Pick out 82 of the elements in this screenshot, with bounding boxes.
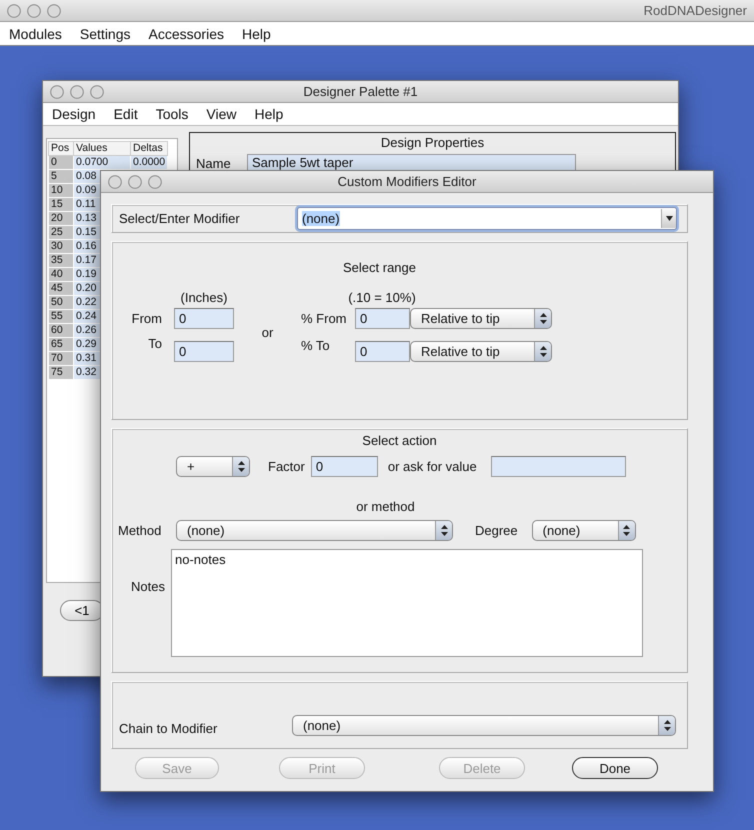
ask-value-field[interactable] [490, 456, 626, 477]
field-label: % From [301, 311, 348, 326]
window-button-icon[interactable] [50, 84, 64, 98]
table-cell: 50 [48, 296, 74, 310]
window-button-icon[interactable] [128, 174, 142, 188]
degree-dropdown[interactable]: (none) [532, 520, 636, 541]
stepper-arrows-icon [540, 346, 546, 357]
menu-item[interactable]: View [206, 106, 236, 122]
field-label: % To [301, 338, 331, 353]
menu-item[interactable]: Design [52, 106, 96, 122]
stepper-arrows-icon [540, 313, 546, 324]
from-field[interactable]: 0 [174, 308, 234, 329]
menu-item[interactable]: Accessories [148, 26, 224, 42]
window-button-icon[interactable] [90, 84, 104, 98]
table-cell: 0 [48, 156, 74, 170]
relative-dropdown[interactable]: Relative to tip [410, 308, 552, 329]
field-label: To [147, 336, 163, 351]
table-cell: 60 [48, 324, 74, 338]
table-cell: 0.0700 [74, 156, 130, 170]
menu-item[interactable]: Help [254, 106, 284, 122]
table-cell: 30 [48, 240, 74, 254]
column-heading: (.10 = 10%) [348, 290, 416, 305]
stepper-arrows-icon [664, 720, 670, 731]
table-cell: 20 [48, 212, 74, 226]
menu-item[interactable]: Settings [80, 26, 131, 42]
window-title: Designer Palette #1 [302, 84, 419, 99]
table-cell: 55 [48, 310, 74, 324]
field-label: or ask for value [388, 459, 477, 474]
chain-dropdown[interactable]: (none) [292, 715, 676, 736]
menu-item[interactable]: Help [242, 26, 271, 42]
window-button-icon[interactable] [47, 4, 61, 18]
field-label: From [130, 311, 163, 326]
panel-title: Design Properties [380, 135, 484, 150]
dropdown-arrow-icon [666, 216, 672, 221]
table-cell: 0.0000 [130, 156, 168, 170]
percent-from-field[interactable]: 0 [355, 308, 410, 329]
table-cell: 25 [48, 226, 74, 240]
field-label: Chain to Modifier [119, 721, 218, 736]
percent-to-field[interactable]: 0 [355, 341, 410, 362]
field-label: Notes [130, 579, 165, 594]
window-button-icon[interactable] [7, 4, 21, 18]
window-button-icon[interactable] [108, 174, 122, 188]
window-button-icon[interactable] [148, 174, 162, 188]
window-title: Custom Modifiers Editor [336, 174, 478, 189]
method-dropdown[interactable]: (none) [176, 520, 453, 541]
stepper-arrows-icon [440, 525, 448, 536]
table-cell: 75 [48, 366, 74, 380]
section-title: Select action [362, 433, 437, 448]
window-button-icon[interactable] [70, 84, 84, 98]
window-title: RodDNADesigner [642, 3, 747, 18]
table-cell: 5 [48, 170, 74, 184]
table-cell: 70 [48, 352, 74, 366]
column-header[interactable]: Pos [48, 142, 74, 156]
table-cell: 15 [48, 198, 74, 212]
table-cell: 45 [48, 282, 74, 296]
section-subtitle: or method [356, 499, 415, 514]
dialog-button[interactable]: Done [572, 757, 658, 779]
column-header[interactable]: Values [74, 142, 130, 156]
stepper-arrows-icon [238, 461, 244, 472]
table-cell: 10 [48, 184, 74, 198]
section-title: Select range [343, 260, 416, 275]
stepper-arrows-icon [623, 525, 630, 536]
table-cell: 40 [48, 268, 74, 282]
field-label: Factor [268, 459, 305, 474]
table-cell: 65 [48, 338, 74, 352]
window-button-icon[interactable] [27, 4, 41, 18]
column-heading: (Inches) [180, 290, 228, 305]
field-label: Degree [475, 523, 518, 538]
menu-item[interactable]: Tools [156, 106, 188, 122]
table-cell: 35 [48, 254, 74, 268]
to-field[interactable]: 0 [174, 341, 234, 362]
or-label: or [262, 324, 274, 340]
modifier-combo-box[interactable]: (none) [297, 207, 677, 230]
relative-dropdown[interactable]: Relative to tip [410, 341, 552, 362]
menu-item[interactable]: Modules [9, 26, 62, 42]
factor-field[interactable]: 0 [310, 456, 378, 477]
field-label: Name [196, 156, 232, 170]
operator-dropdown[interactable]: + [176, 456, 250, 477]
column-header[interactable]: Deltas [130, 142, 168, 156]
notes-area[interactable]: no-notes [171, 549, 643, 657]
field-label: Method [118, 523, 162, 538]
menu-item[interactable]: Edit [114, 106, 138, 122]
